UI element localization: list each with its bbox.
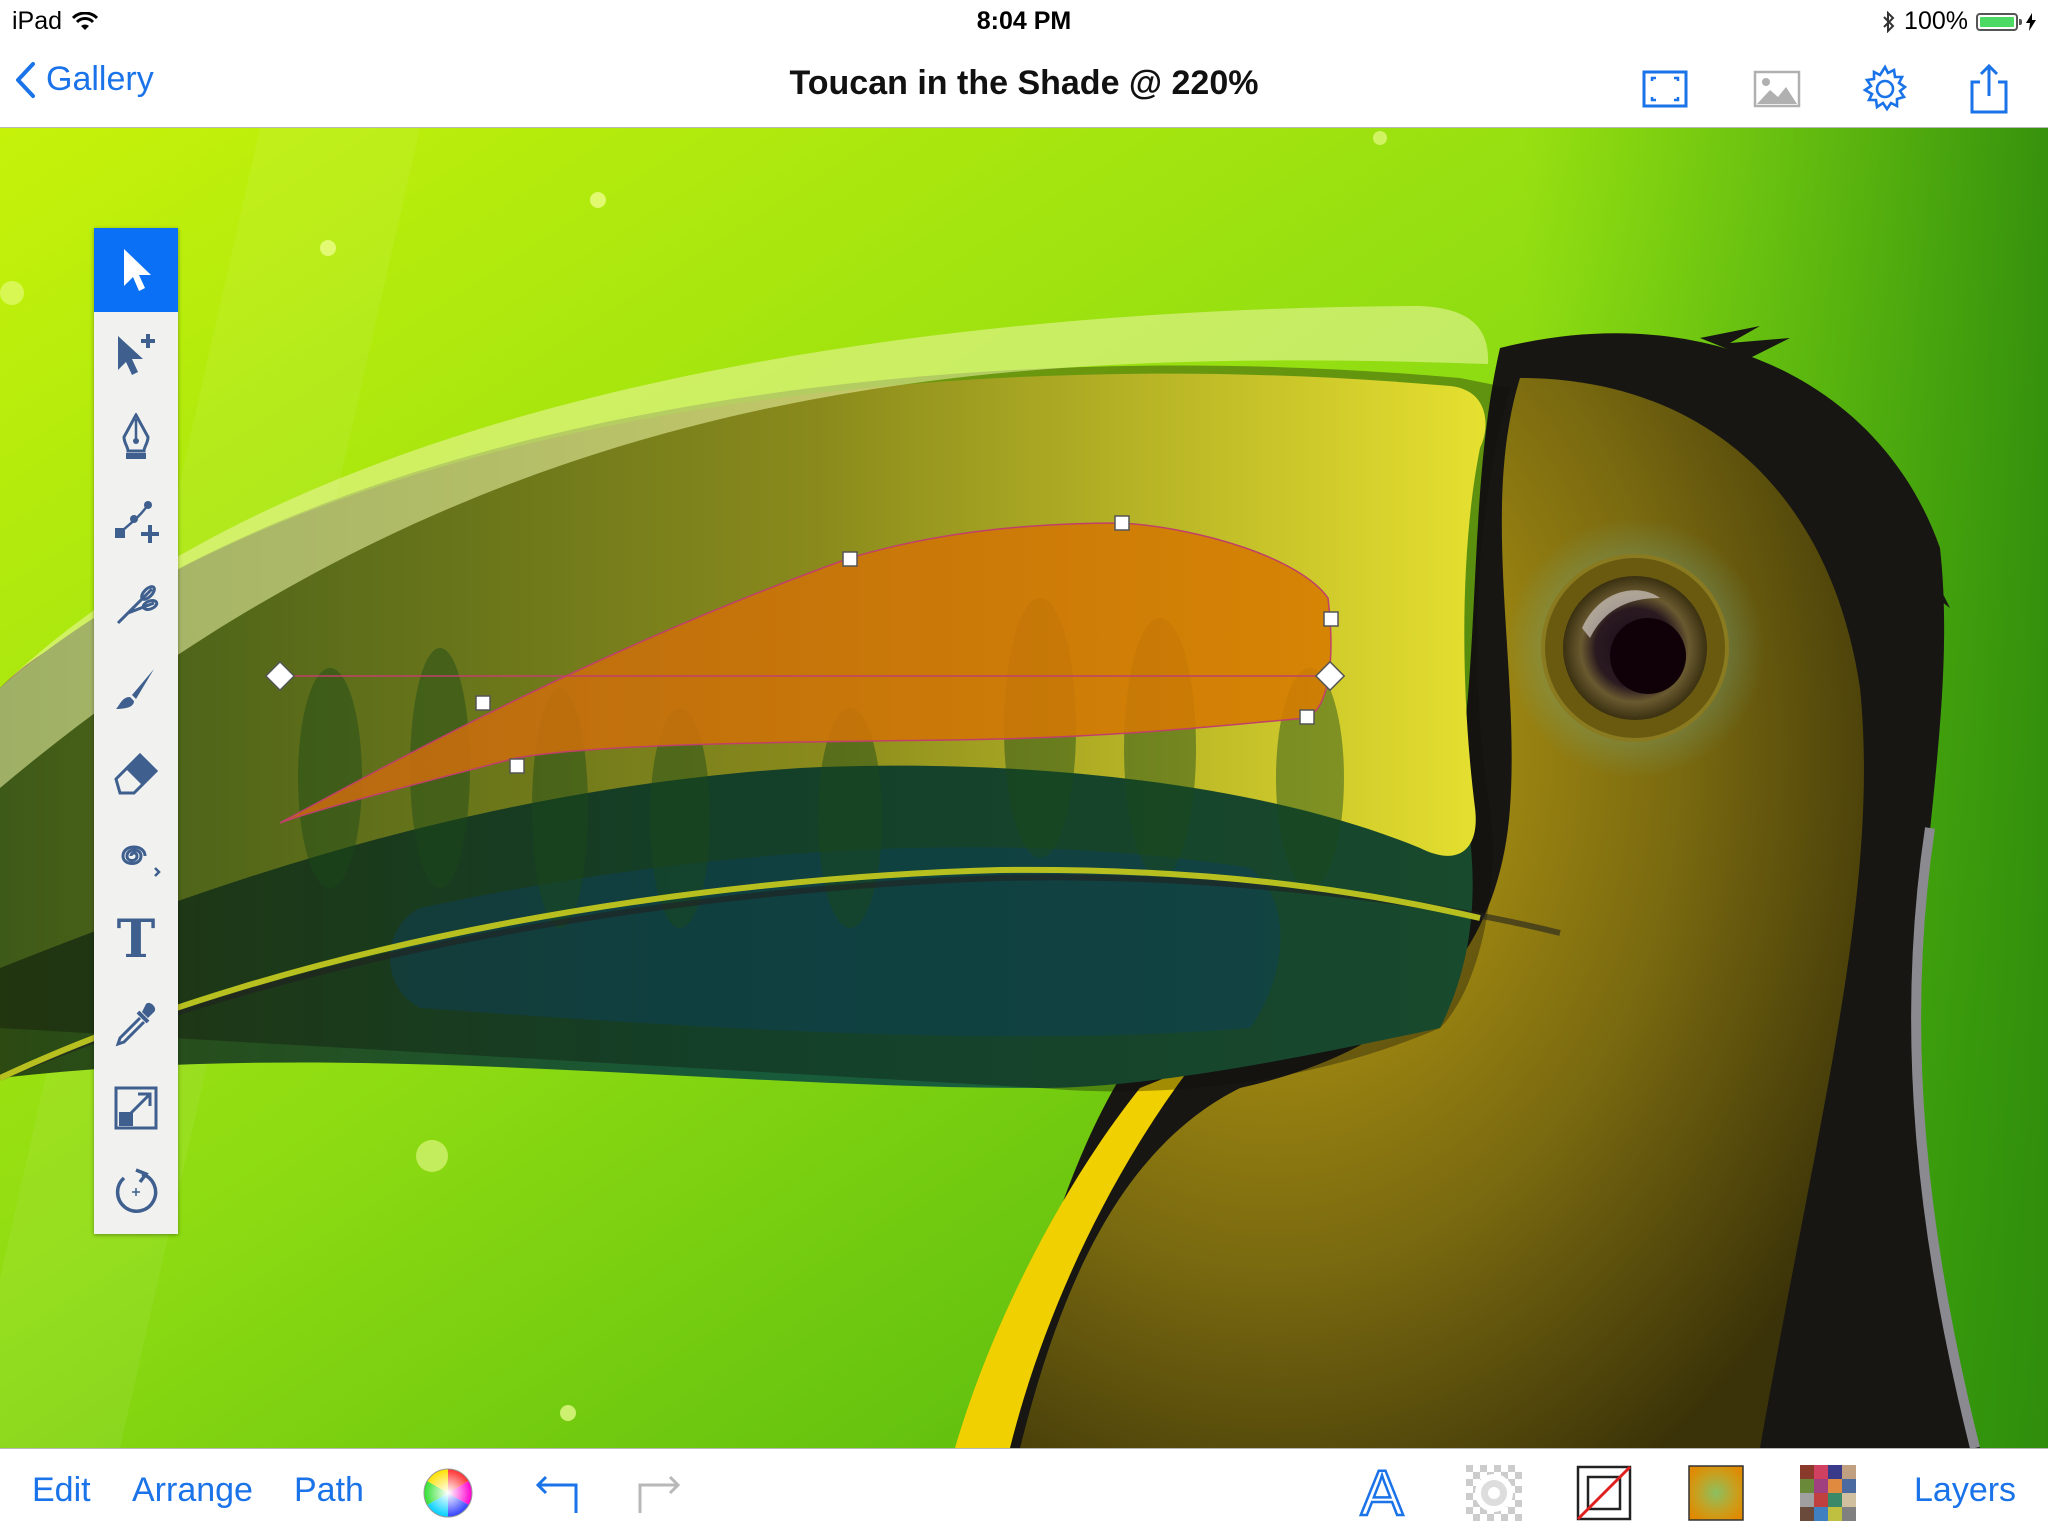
bottom-toolbar: Edit Arrange Path A Layers: [0, 1448, 2048, 1536]
pen-tool[interactable]: [94, 396, 178, 480]
rotate-tool[interactable]: [94, 1150, 178, 1234]
eraser-tool[interactable]: [94, 731, 178, 815]
arrow-pointer-icon: [124, 248, 151, 291]
document-title: Toucan in the Shade @ 220%: [789, 64, 1259, 102]
eraser-icon: [114, 752, 159, 795]
swatch-cell: [1814, 1507, 1828, 1521]
undo-icon[interactable]: [528, 1465, 584, 1521]
scissors-tool[interactable]: [94, 563, 178, 647]
rotate-icon: [115, 1168, 158, 1213]
swatch-cell: [1814, 1479, 1828, 1493]
text-tool-icon: T: [116, 909, 156, 971]
swatch-cell: [1828, 1479, 1842, 1493]
swatch-cell: [1828, 1493, 1842, 1507]
layers-button[interactable]: Layers: [1914, 1471, 2016, 1510]
font-style-button[interactable]: A: [1354, 1460, 1410, 1527]
battery-percent: 100%: [1904, 7, 1968, 35]
status-right: 100%: [1882, 7, 2036, 36]
fullscreen-icon[interactable]: [1640, 64, 1690, 114]
swatch-cell: [1828, 1465, 1842, 1479]
swatch-cell: [1814, 1493, 1828, 1507]
spiral-tool[interactable]: [94, 815, 178, 899]
navigation-bar: Gallery Toucan in the Shade @ 220%: [0, 40, 2048, 128]
charging-icon: [2026, 12, 2036, 31]
image-icon[interactable]: [1752, 64, 1802, 114]
swatch-cell: [1800, 1465, 1814, 1479]
toucan-artwork: [0, 128, 2048, 1448]
add-anchor-icon: [115, 501, 159, 544]
tool-palette: T: [94, 228, 178, 1234]
add-anchor-tool[interactable]: [94, 479, 178, 563]
swatch-cell: [1842, 1479, 1856, 1493]
fill-swatch-icon[interactable]: [1688, 1465, 1744, 1521]
swatch-cell: [1800, 1479, 1814, 1493]
path-button[interactable]: Path: [294, 1471, 364, 1510]
share-icon[interactable]: [1964, 64, 2014, 114]
node-select-icon: [118, 333, 155, 375]
text-tool[interactable]: T: [94, 898, 178, 982]
brush-tool[interactable]: [94, 647, 178, 731]
gallery-back-label: Gallery: [46, 60, 154, 98]
font-icon: A: [1359, 1457, 1404, 1529]
status-bar: iPad 8:04 PM 100%: [0, 0, 2048, 40]
scissors-icon: [116, 585, 159, 625]
brush-icon: [116, 668, 154, 709]
redo-icon[interactable]: [632, 1465, 688, 1521]
swatch-cell: [1842, 1493, 1856, 1507]
gear-icon[interactable]: [1860, 64, 1910, 114]
eyedropper-icon: [115, 1002, 156, 1047]
stroke-swatch-icon[interactable]: [1576, 1465, 1632, 1521]
swatch-cell: [1842, 1507, 1856, 1521]
spiral-icon: [121, 845, 161, 878]
color-wheel-icon[interactable]: [420, 1465, 476, 1521]
status-time: 8:04 PM: [976, 7, 1072, 35]
pen-nib-icon: [122, 413, 150, 460]
swatch-cell: [1842, 1465, 1856, 1479]
scale-icon: [114, 1086, 158, 1130]
arrange-button[interactable]: Arrange: [132, 1471, 253, 1510]
bluetooth-icon: [1883, 10, 1895, 33]
eyedropper-tool[interactable]: [94, 982, 178, 1066]
swatch-cell: [1800, 1507, 1814, 1521]
battery-icon: [1976, 12, 2022, 31]
swatch-cell: [1800, 1493, 1814, 1507]
gallery-back-button[interactable]: Gallery: [14, 60, 154, 99]
scale-tool[interactable]: [94, 1066, 178, 1150]
swatch-cell: [1814, 1465, 1828, 1479]
swatches-icon[interactable]: [1800, 1465, 1856, 1521]
select-tool[interactable]: [94, 228, 178, 312]
node-select-tool[interactable]: [94, 312, 178, 396]
drawing-canvas[interactable]: [0, 128, 2048, 1448]
edit-button[interactable]: Edit: [32, 1471, 91, 1510]
opacity-icon[interactable]: [1466, 1465, 1522, 1521]
chevron-left-icon: [16, 61, 35, 98]
swatch-cell: [1828, 1507, 1842, 1521]
